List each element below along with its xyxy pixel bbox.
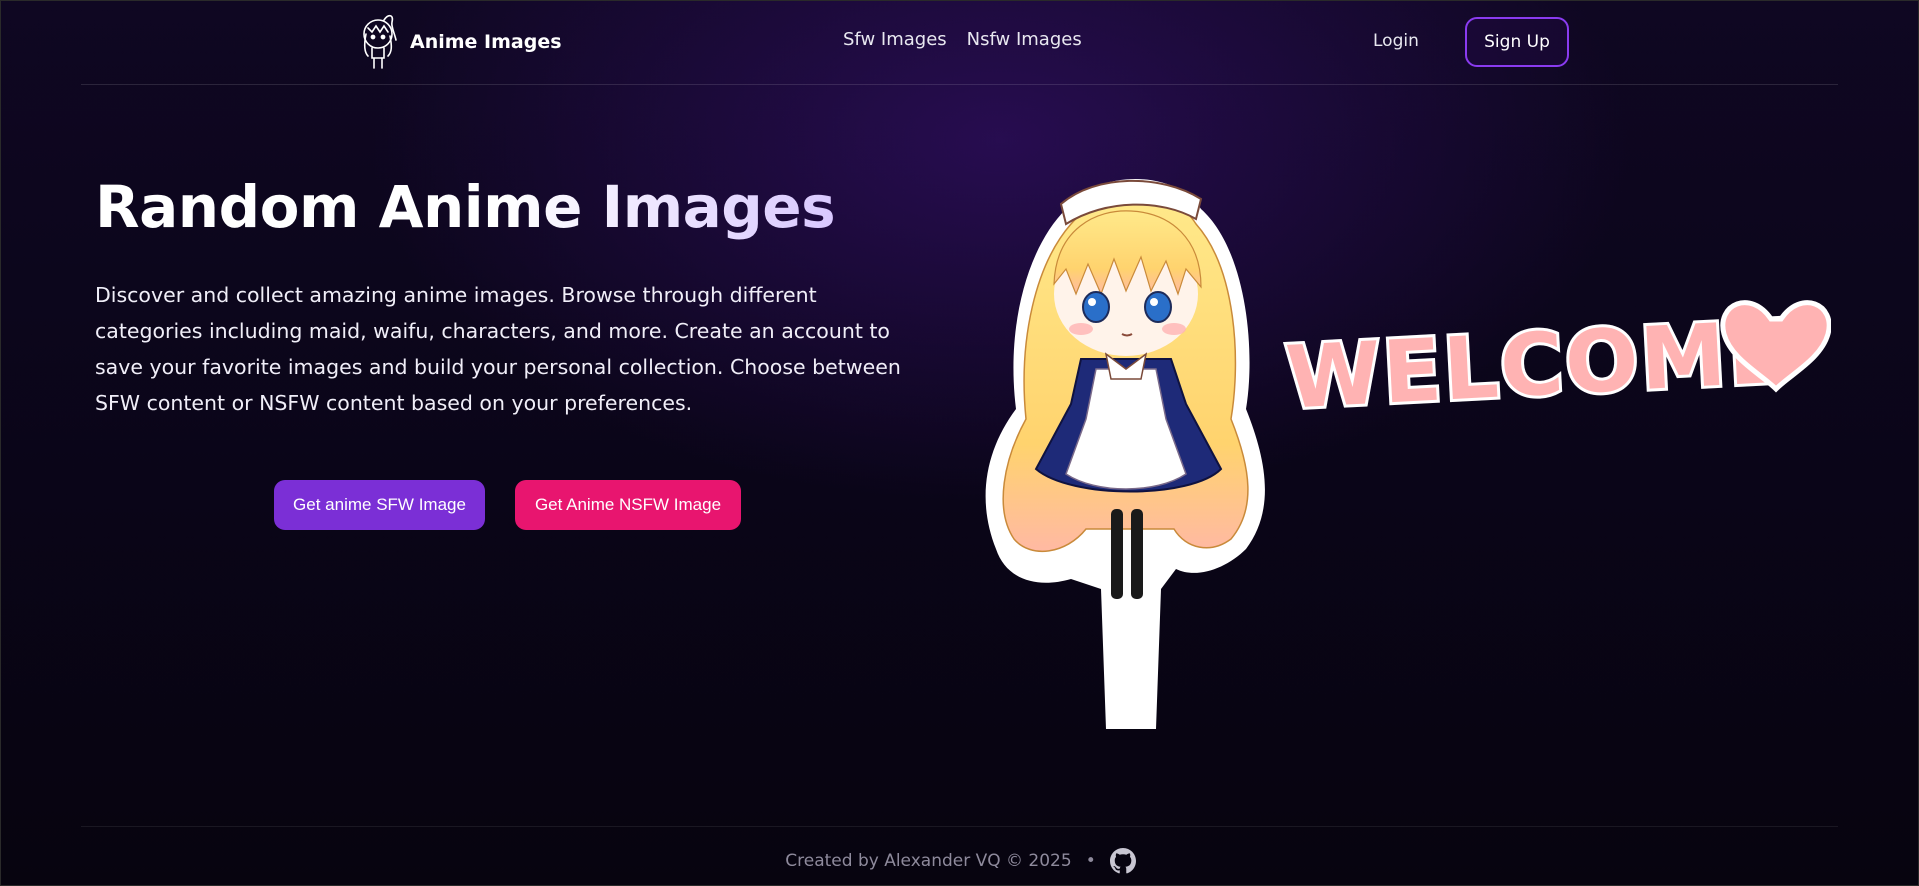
signup-button[interactable]: Sign Up: [1465, 17, 1569, 67]
brand-link[interactable]: Anime Images: [358, 11, 562, 73]
footer-separator: •: [1085, 851, 1096, 871]
brand-name: Anime Images: [410, 31, 562, 53]
footer-divider: [81, 826, 1838, 827]
get-nsfw-image-button[interactable]: Get Anime NSFW Image: [515, 480, 741, 530]
hero-description: Discover and collect amazing anime image…: [95, 283, 901, 415]
nav-sfw-images[interactable]: Sfw Images: [843, 29, 947, 50]
main-nav: Sfw Images Nsfw Images: [843, 29, 1082, 50]
welcome-text: WELCOME: [1284, 302, 1792, 428]
footer: Created by Alexander VQ © 2025 •: [1, 848, 1919, 874]
page-title: Random Anime Images: [95, 173, 836, 241]
welcome-banner: WELCOME: [1281, 299, 1831, 432]
chibi-logo-icon: [363, 14, 397, 69]
header-divider: [81, 84, 1838, 85]
nav-nsfw-images[interactable]: Nsfw Images: [967, 29, 1082, 50]
footer-credit: Created by Alexander VQ © 2025: [785, 851, 1072, 871]
get-sfw-image-button[interactable]: Get anime SFW Image: [274, 480, 485, 530]
top-navbar: Anime Images Sfw Images Nsfw Images Logi…: [1, 1, 1919, 84]
maid-character: [985, 179, 1265, 729]
welcome-maid-illustration: WELCOME: [985, 179, 1831, 729]
github-icon[interactable]: [1109, 848, 1136, 874]
login-link[interactable]: Login: [1373, 31, 1419, 51]
